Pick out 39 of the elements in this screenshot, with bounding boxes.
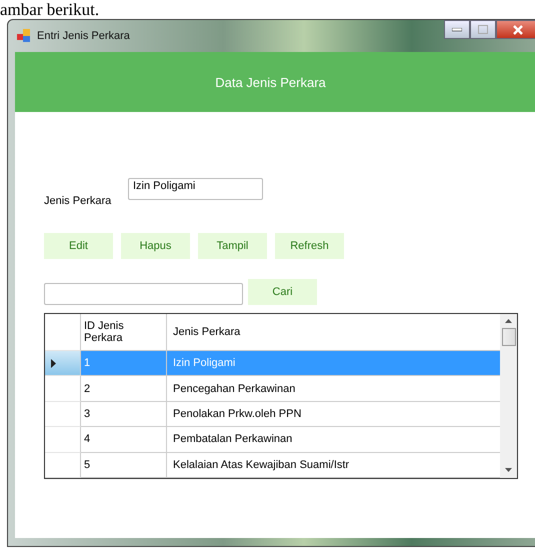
maximize-button[interactable]	[470, 20, 496, 39]
maximize-icon	[478, 25, 488, 34]
scroll-thumb[interactable]	[502, 328, 516, 346]
scroll-up-icon	[505, 319, 512, 323]
table-row[interactable]: 3 Penolakan Prkw.oleh PPN	[45, 402, 500, 428]
action-button[interactable]: Refresh	[275, 233, 344, 259]
current-row-icon	[51, 358, 56, 368]
field-label: Jenis Perkara	[44, 195, 112, 207]
minimize-button[interactable]	[444, 20, 470, 39]
table-cell: Kelalaian Atas Kewajiban Suami/Istr	[167, 452, 500, 478]
action-button[interactable]: Hapus	[121, 233, 190, 259]
header-title: Data Jenis Perkara	[215, 74, 326, 90]
table-cell: Izin Poligami	[167, 351, 500, 376]
minimize-icon	[452, 28, 462, 32]
table-row[interactable]: 2 Pencegahan Perkawinan	[45, 376, 500, 402]
document-text: ambar berikut.	[0, 0, 100, 19]
action-button[interactable]: Edit	[44, 233, 113, 259]
window-title: Entri Jenis Perkara	[37, 30, 130, 42]
app-icon	[17, 29, 31, 43]
table-cell: 3	[81, 402, 167, 428]
jenis-perkara-field[interactable]: Izin Poligami	[128, 178, 263, 200]
scroll-down-icon	[505, 468, 512, 472]
column-header[interactable]: ID Jenis Perkara	[81, 314, 167, 352]
table-cell: 4	[81, 427, 167, 453]
table-cell: Pencegahan Perkawinan	[167, 376, 500, 402]
row-header[interactable]	[45, 351, 81, 376]
table-cell: 2	[81, 376, 167, 402]
vertical-scrollbar[interactable]	[500, 314, 517, 478]
action-button[interactable]: Tampil	[198, 233, 267, 259]
close-button[interactable]	[496, 20, 535, 39]
table-cell: 5	[81, 452, 167, 478]
table-row[interactable]: 4 Pembatalan Perkawinan	[45, 427, 500, 453]
table-cell: Penolakan Prkw.oleh PPN	[167, 402, 500, 428]
close-icon	[512, 24, 524, 34]
table-cell: Pembatalan Perkawinan	[167, 427, 500, 453]
table-cell: 1	[81, 351, 167, 376]
table-row[interactable]: 5 Kelalaian Atas Kewajiban Suami/Istr	[45, 452, 500, 478]
search-field[interactable]	[44, 283, 243, 305]
search-button[interactable]: Cari	[248, 279, 317, 305]
